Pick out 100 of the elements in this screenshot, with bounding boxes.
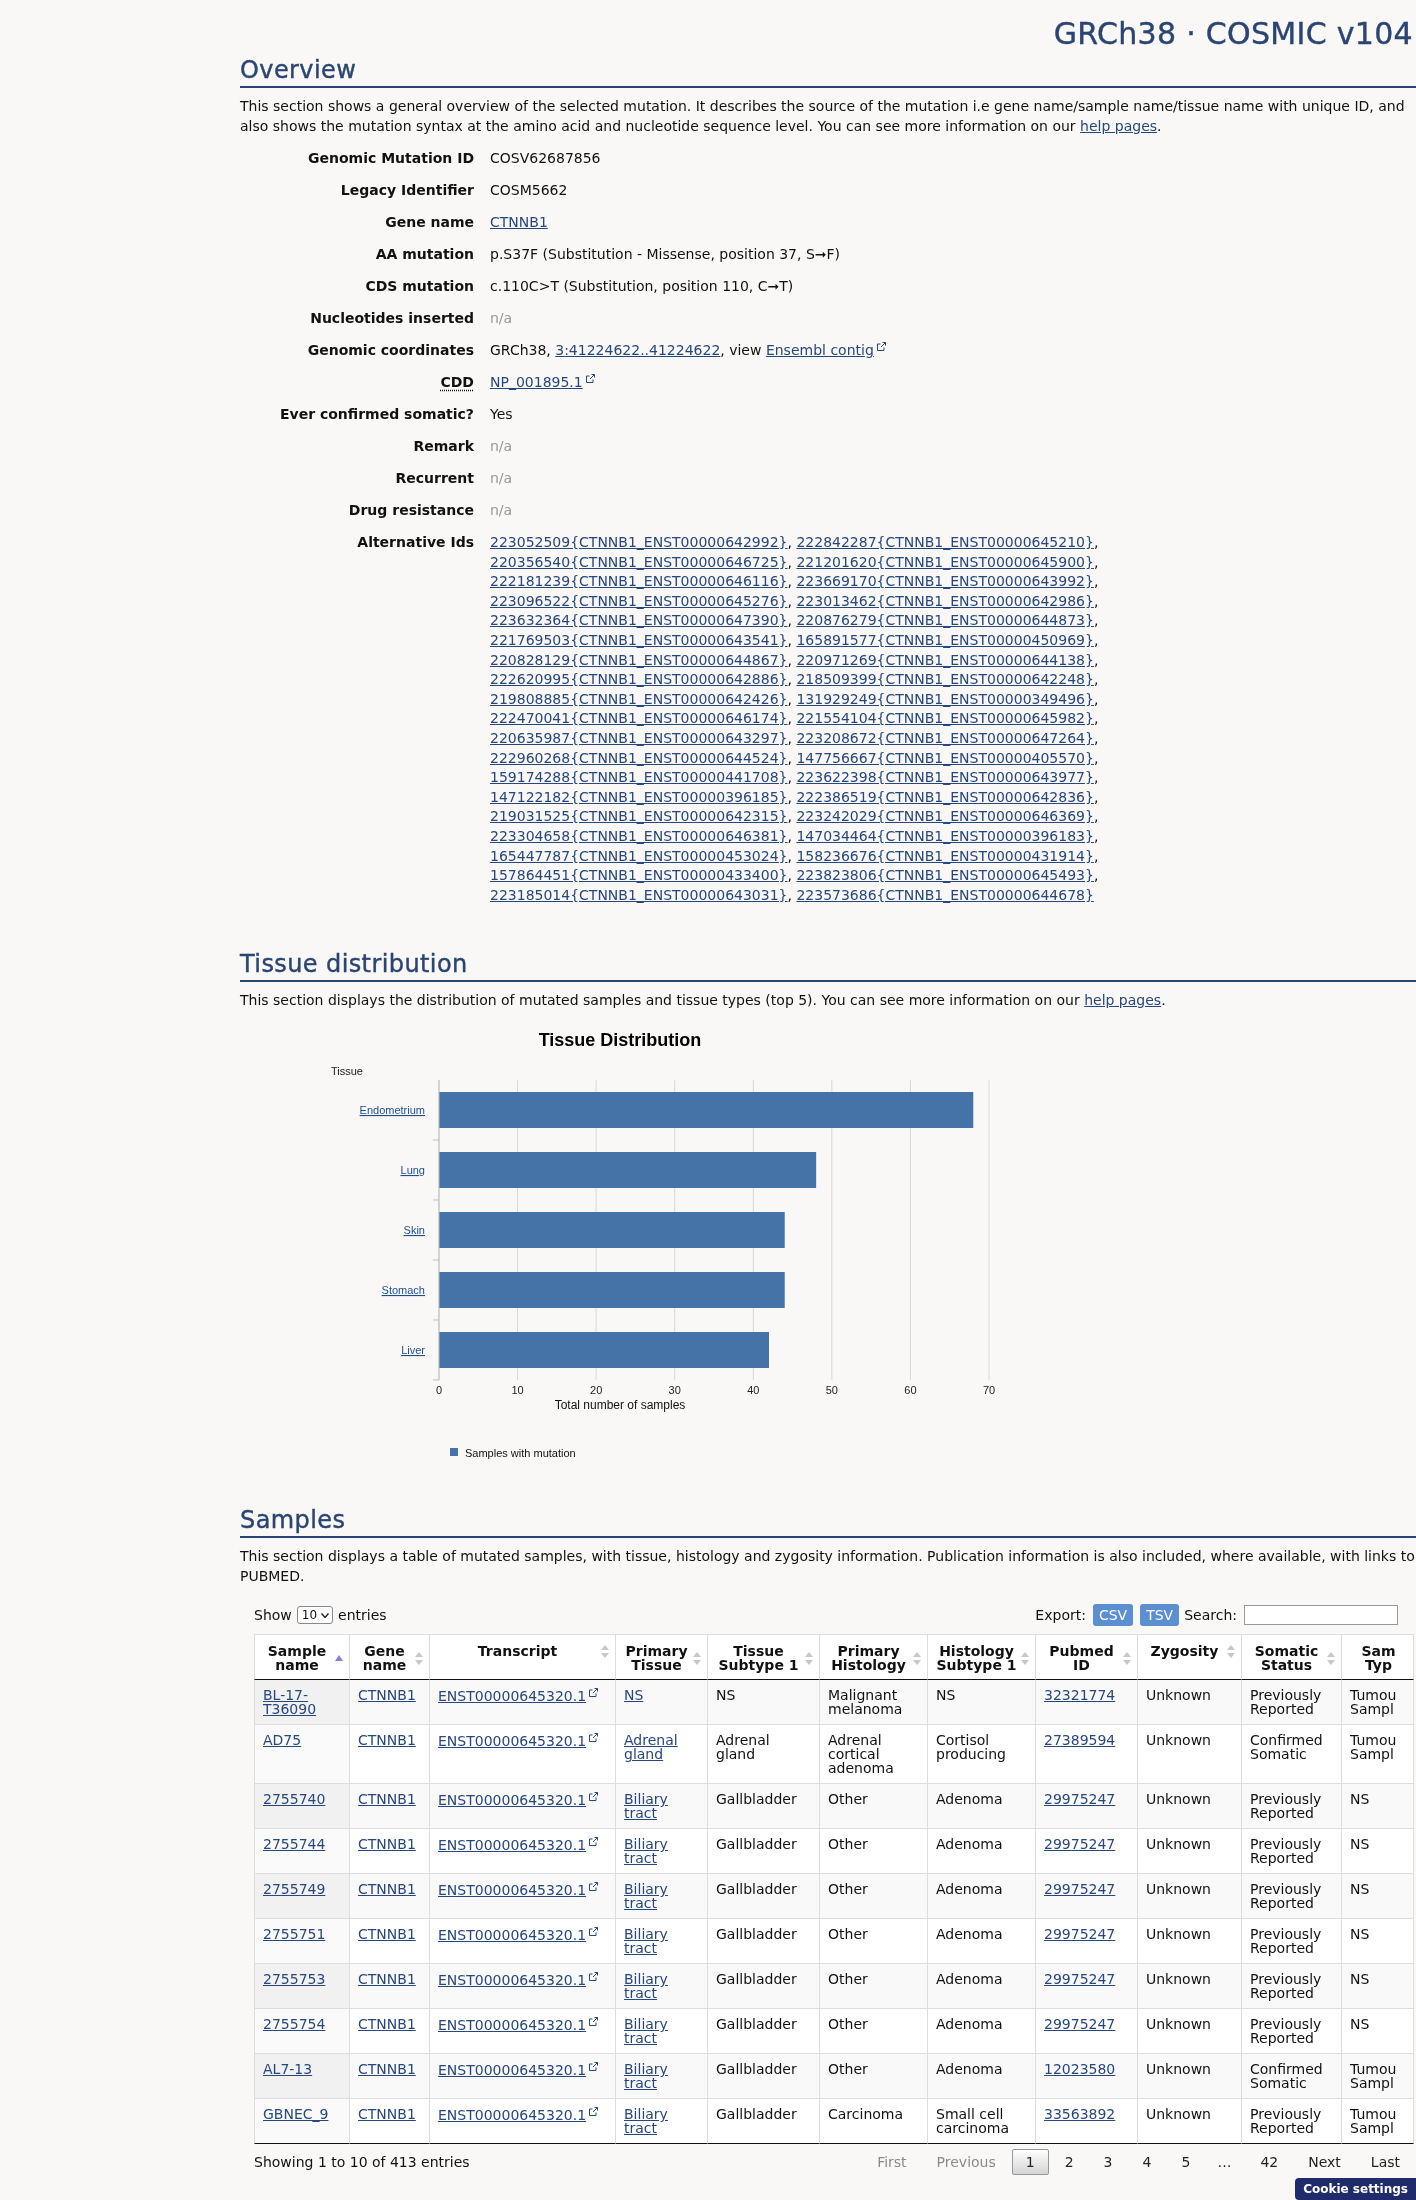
alternative-id-link[interactable]: 223622398{CTNNB1_ENST00000643977} [796, 769, 1094, 786]
table-link[interactable]: Biliary tract [624, 1837, 699, 1866]
transcript-link[interactable]: ENST00000645320.1 [438, 1927, 599, 1943]
transcript-link[interactable]: ENST00000645320.1 [438, 1733, 599, 1749]
alternative-id-link[interactable]: 223185014{CTNNB1_ENST00000643031} [490, 886, 788, 903]
page-button[interactable]: 3 [1089, 2149, 1127, 2176]
table-link[interactable]: 29975247 [1044, 1972, 1116, 1987]
table-link[interactable]: Biliary tract [624, 1927, 699, 1956]
cookie-settings-button[interactable]: Cookie settings [1295, 2178, 1416, 2200]
alternative-id-link[interactable]: 222620995{CTNNB1_ENST00000642886} [490, 671, 788, 688]
external-link[interactable]: Ensembl contig [765, 342, 886, 358]
alternative-id-link[interactable]: 158236676{CTNNB1_ENST00000431914} [796, 847, 1094, 864]
table-link[interactable]: CTNNB1 [358, 1837, 416, 1852]
alternative-id-link[interactable]: 159174288{CTNNB1_ENST00000441708} [490, 769, 788, 786]
column-header[interactable]: Somatic Status [1242, 1634, 1342, 1681]
transcript-link[interactable]: ENST00000645320.1 [438, 2017, 599, 2033]
alternative-id-link[interactable]: 221201620{CTNNB1_ENST00000645900} [796, 553, 1094, 570]
alternative-id-link[interactable]: 223208672{CTNNB1_ENST00000647264} [796, 729, 1094, 746]
table-link[interactable]: 29975247 [1044, 2017, 1116, 2032]
alternative-id-link[interactable]: 222842287{CTNNB1_ENST00000645210} [796, 534, 1094, 550]
category-link[interactable]: Stomach [381, 1284, 425, 1297]
table-link[interactable]: CTNNB1 [358, 1792, 416, 1807]
table-link[interactable]: Biliary tract [624, 2062, 699, 2091]
page-button[interactable]: Last [1356, 2149, 1414, 2176]
table-link[interactable]: CTNNB1 [358, 1927, 416, 1942]
table-link[interactable]: Adrenal gland [624, 1733, 699, 1762]
alternative-id-link[interactable]: 223242029{CTNNB1_ENST00000646369} [796, 808, 1094, 825]
table-link[interactable]: AL7-13 [263, 2062, 313, 2077]
alternative-id-link[interactable]: 219808885{CTNNB1_ENST00000642426} [490, 690, 788, 707]
alternative-id-link[interactable]: 220356540{CTNNB1_ENST00000646725} [490, 553, 788, 570]
table-link[interactable]: 2755740 [263, 1792, 326, 1807]
table-link[interactable]: BL-17-T36090 [263, 1688, 341, 1717]
alternative-id-link[interactable]: 165891577{CTNNB1_ENST00000450969} [796, 631, 1094, 648]
alternative-id-link[interactable]: 218509399{CTNNB1_ENST00000642248} [796, 671, 1094, 688]
column-header[interactable]: Tissue Subtype 1 [708, 1634, 820, 1681]
table-link[interactable]: NS [624, 1688, 644, 1703]
alternative-id-link[interactable]: 223052509{CTNNB1_ENST00000642992} [490, 534, 788, 550]
table-link[interactable]: 2755744 [263, 1837, 326, 1852]
entries-select[interactable]: 10 [296, 1606, 334, 1625]
transcript-link[interactable]: ENST00000645320.1 [438, 2062, 599, 2078]
table-link[interactable]: 2755753 [263, 1972, 326, 1987]
page-button[interactable]: 2 [1050, 2149, 1088, 2176]
table-link[interactable]: 29975247 [1044, 1927, 1116, 1942]
transcript-link[interactable]: ENST00000645320.1 [438, 1882, 599, 1898]
transcript-link[interactable]: ENST00000645320.1 [438, 1837, 599, 1853]
column-header[interactable]: Gene name [350, 1634, 430, 1681]
category-link[interactable]: Endometrium [359, 1104, 425, 1117]
table-link[interactable]: Biliary tract [624, 2017, 699, 2046]
alternative-id-link[interactable]: 220971269{CTNNB1_ENST00000644138} [796, 651, 1094, 668]
alternative-id-link[interactable]: 221554104{CTNNB1_ENST00000645982} [796, 710, 1094, 727]
column-header[interactable]: Transcript [430, 1634, 616, 1681]
column-header[interactable]: Sam Typ [1342, 1634, 1414, 1681]
transcript-link[interactable]: ENST00000645320.1 [438, 1792, 599, 1808]
page-button[interactable]: Next [1294, 2149, 1355, 2176]
table-link[interactable]: CTNNB1 [358, 2017, 416, 2032]
table-link[interactable]: GBNEC_9 [263, 2107, 329, 2122]
category-link[interactable]: Lung [400, 1164, 425, 1177]
help-link[interactable]: help pages [1084, 992, 1162, 1009]
alternative-id-link[interactable]: 223632364{CTNNB1_ENST00000647390} [490, 612, 788, 629]
page-button[interactable]: 42 [1246, 2149, 1293, 2176]
alternative-id-link[interactable]: 223304658{CTNNB1_ENST00000646381} [490, 827, 788, 844]
table-link[interactable]: CTNNB1 [358, 2062, 416, 2077]
alternative-id-link[interactable]: 147122182{CTNNB1_ENST00000396185} [490, 788, 788, 805]
table-link[interactable]: Biliary tract [624, 1972, 699, 2001]
table-link[interactable]: CTNNB1 [358, 1882, 416, 1897]
table-link[interactable]: 2755754 [263, 2017, 326, 2032]
category-link[interactable]: Liver [401, 1344, 425, 1357]
table-link[interactable]: CTNNB1 [358, 1972, 416, 1987]
table-link[interactable]: 12023580 [1044, 2062, 1116, 2077]
alternative-id-link[interactable]: 222960268{CTNNB1_ENST00000644524} [490, 749, 788, 766]
alternative-id-link[interactable]: 157864451{CTNNB1_ENST00000433400} [490, 867, 788, 884]
column-header[interactable]: Zygosity [1138, 1634, 1242, 1681]
column-header[interactable]: Sample name [254, 1634, 350, 1681]
table-link[interactable]: Biliary tract [624, 1882, 699, 1911]
alternative-id-link[interactable]: 131929249{CTNNB1_ENST00000349496} [796, 690, 1094, 707]
category-link[interactable]: Skin [403, 1224, 425, 1237]
alternative-id-link[interactable]: 220828129{CTNNB1_ENST00000644867} [490, 651, 788, 668]
transcript-link[interactable]: ENST00000645320.1 [438, 1688, 599, 1704]
transcript-link[interactable]: ENST00000645320.1 [438, 1972, 599, 1988]
alternative-id-link[interactable]: 147756667{CTNNB1_ENST00000405570} [796, 749, 1094, 766]
alternative-id-link[interactable]: 222470041{CTNNB1_ENST00000646174} [490, 710, 788, 727]
value-link[interactable]: CTNNB1 [490, 214, 548, 230]
alternative-id-link[interactable]: 219031525{CTNNB1_ENST00000642315} [490, 808, 788, 825]
table-link[interactable]: 29975247 [1044, 1882, 1116, 1897]
table-link[interactable]: Biliary tract [624, 1792, 699, 1821]
page-button[interactable]: 1 [1011, 2149, 1049, 2176]
external-link[interactable]: NP_001895.1 [490, 374, 595, 390]
alternative-id-link[interactable]: 147034464{CTNNB1_ENST00000396183} [796, 827, 1094, 844]
alternative-id-link[interactable]: 220876279{CTNNB1_ENST00000644873} [796, 612, 1094, 629]
search-field[interactable] [1244, 1605, 1398, 1626]
alternative-id-link[interactable]: 223013462{CTNNB1_ENST00000642986} [796, 592, 1094, 609]
alternative-id-link[interactable]: 223823806{CTNNB1_ENST00000645493} [796, 867, 1094, 884]
alternative-id-link[interactable]: 223096522{CTNNB1_ENST00000645276} [490, 592, 788, 609]
column-header[interactable]: Histology Subtype 1 [928, 1634, 1036, 1681]
table-link[interactable]: Biliary tract [624, 2107, 699, 2136]
table-link[interactable]: CTNNB1 [358, 2107, 416, 2122]
table-link[interactable]: CTNNB1 [358, 1688, 416, 1703]
transcript-link[interactable]: ENST00000645320.1 [438, 2107, 599, 2123]
alternative-id-link[interactable]: 222181239{CTNNB1_ENST00000646116} [490, 573, 788, 590]
table-link[interactable]: 29975247 [1044, 1792, 1116, 1807]
